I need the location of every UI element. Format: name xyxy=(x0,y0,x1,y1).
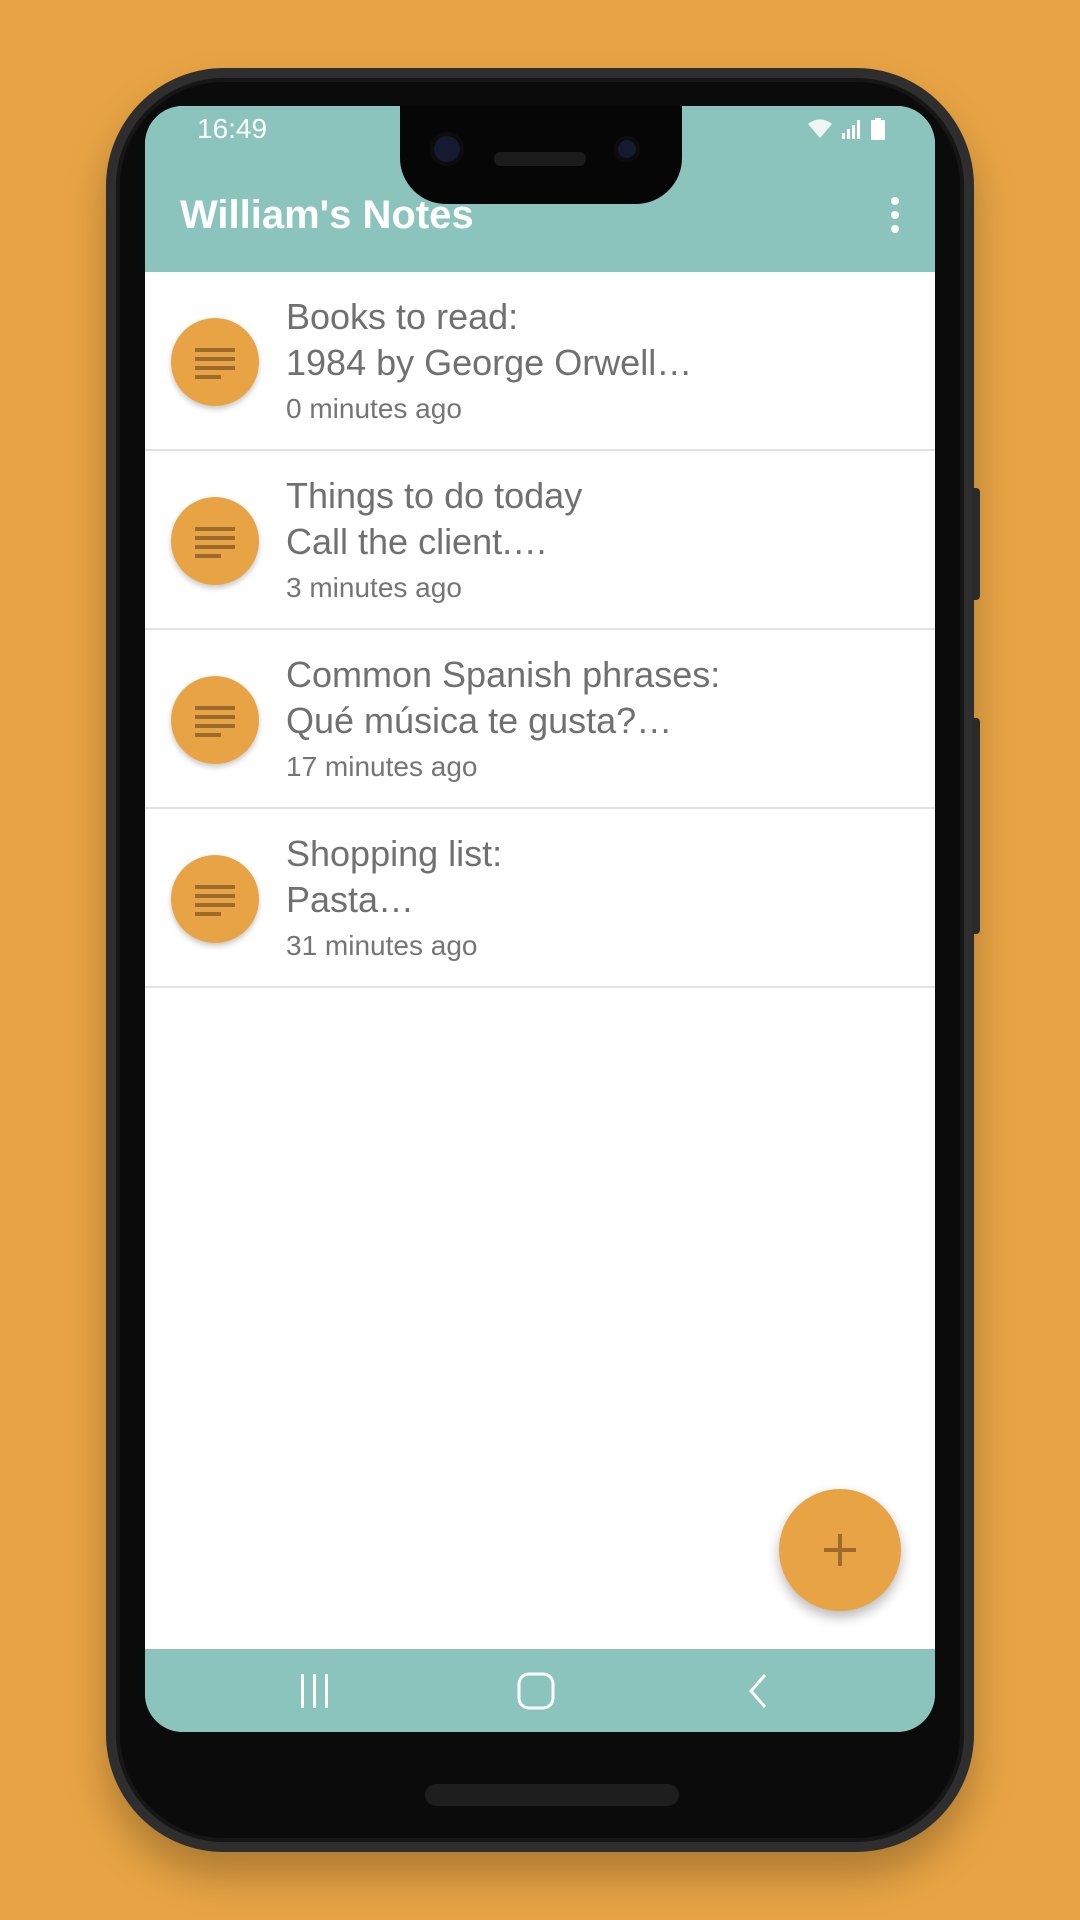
add-note-button[interactable] xyxy=(779,1489,901,1611)
volume-button xyxy=(972,718,980,934)
note-timestamp: 17 minutes ago xyxy=(286,751,478,782)
recents-button[interactable] xyxy=(285,1667,345,1715)
note-title: Things to do today xyxy=(286,475,583,516)
home-button[interactable] xyxy=(506,1667,566,1715)
note-item[interactable]: Things to do today Call the client.… 3 m… xyxy=(145,451,935,630)
earpiece xyxy=(494,152,586,166)
speaker-grille xyxy=(425,1784,679,1806)
note-list: Books to read: 1984 by George Orwell… 0 … xyxy=(145,272,935,988)
note-timestamp: 31 minutes ago xyxy=(286,930,478,961)
note-preview: Call the client.… xyxy=(286,521,549,562)
wifi-icon xyxy=(808,119,832,138)
note-timestamp: 3 minutes ago xyxy=(286,572,462,603)
note-preview: Pasta… xyxy=(286,879,415,920)
home-icon xyxy=(517,1672,555,1710)
front-camera xyxy=(430,132,464,166)
note-preview: 1984 by George Orwell… xyxy=(286,342,693,383)
note-preview: Qué música te gusta?… xyxy=(286,700,673,741)
notes-icon xyxy=(171,855,259,943)
battery-icon xyxy=(871,118,885,140)
note-item[interactable]: Books to read: 1984 by George Orwell… 0 … xyxy=(145,272,935,451)
notes-icon xyxy=(171,318,259,406)
recents-icon xyxy=(301,1674,328,1708)
note-item[interactable]: Shopping list: Pasta… 31 minutes ago xyxy=(145,809,935,988)
back-icon xyxy=(749,1674,767,1708)
note-item[interactable]: Common Spanish phrases: Qué música te gu… xyxy=(145,630,935,809)
front-sensor xyxy=(614,136,640,162)
note-title: Common Spanish phrases: xyxy=(286,654,721,695)
signal-icon xyxy=(842,120,860,139)
back-button[interactable] xyxy=(728,1667,788,1715)
note-timestamp: 0 minutes ago xyxy=(286,393,462,424)
note-title: Books to read: xyxy=(286,296,519,337)
note-title: Shopping list: xyxy=(286,833,503,874)
app-bar: 16:49 William's Notes xyxy=(145,106,935,272)
notes-icon xyxy=(171,497,259,585)
status-time: 16:49 xyxy=(197,113,268,144)
add-icon xyxy=(824,1534,856,1566)
status-icons xyxy=(807,118,885,140)
navigation-bar xyxy=(145,1649,935,1732)
more-vert-icon[interactable] xyxy=(883,190,907,240)
notes-icon xyxy=(171,676,259,764)
phone-screen: 16:49 William's Notes Books to read: 198… xyxy=(145,106,935,1732)
app-title: William's Notes xyxy=(180,193,474,237)
power-button xyxy=(972,488,980,600)
